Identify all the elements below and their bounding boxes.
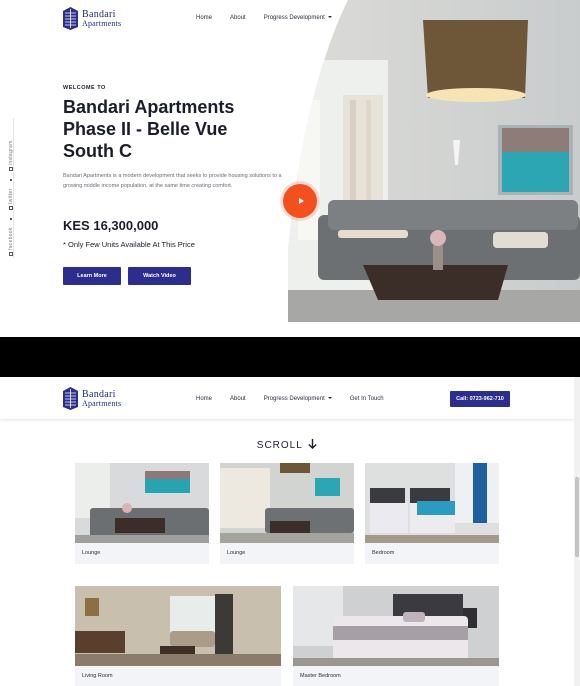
building-logo-icon [63, 387, 78, 410]
social-facebook[interactable]: facebook [8, 227, 14, 250]
lounge-image [220, 463, 354, 543]
gallery-card-bedroom[interactable]: Bedroom [365, 463, 499, 564]
arrow-down-icon [308, 439, 317, 449]
price: KES 16,300,000 [63, 218, 159, 233]
card-label: Master Bedroom [300, 673, 341, 679]
call-button[interactable]: Call: 0723-962-710 [450, 391, 510, 407]
building-logo-icon [63, 7, 78, 30]
master-bedroom-image [293, 586, 499, 666]
hero-description: Bandari Apartments is a modern developme… [63, 173, 282, 189]
twitter-icon[interactable] [8, 205, 13, 210]
logo-line2: Apartments [82, 18, 122, 28]
welcome-label: WELCOME TO [63, 85, 106, 91]
chevron-down-icon [327, 397, 332, 400]
gallery-section: Bandari Apartments Home About Progress D… [0, 377, 580, 686]
nav-progress-label: Progress Development [263, 396, 325, 402]
social-rail: facebook twitter instagram [0, 118, 14, 258]
gallery-card-master-bedroom[interactable]: Master Bedroom [293, 586, 499, 686]
logo[interactable]: Bandari Apartments [63, 387, 121, 410]
gallery-card-lounge-2[interactable]: Lounge [220, 463, 354, 564]
nav-home[interactable]: Home [196, 15, 212, 21]
scrollbar-thumb[interactable] [575, 477, 579, 557]
gallery-card-lounge-1[interactable]: Lounge [75, 463, 209, 564]
sticky-header: Bandari Apartments Home About Progress D… [0, 377, 574, 419]
scroll-text: SCROLL [256, 440, 303, 451]
watch-video-button[interactable]: Watch Video [128, 267, 191, 285]
logo-line1: Bandari [82, 8, 116, 20]
logo-line2: Apartments [82, 398, 122, 408]
lounge-image [75, 463, 209, 543]
hero-living-room-image [288, 0, 580, 322]
section-divider [0, 337, 580, 377]
living-room-image [75, 586, 281, 666]
card-label: Living Room [82, 673, 113, 679]
nav-progress[interactable]: Progress Development [264, 396, 332, 402]
card-label: Bedroom [372, 550, 395, 556]
price-note: * Only Few Units Available At This Price [63, 240, 195, 249]
play-icon [298, 198, 304, 204]
nav-home[interactable]: Home [196, 396, 212, 402]
bedroom-image [365, 463, 499, 543]
main-nav: Home About Progress Development Get In T… [196, 396, 384, 402]
facebook-icon[interactable] [8, 252, 13, 256]
play-video-button[interactable] [283, 184, 317, 218]
social-instagram[interactable]: instagram [8, 140, 14, 165]
card-label: Lounge [82, 550, 101, 556]
separator-dot [9, 217, 12, 220]
hero-section: facebook twitter instagram Bandari Apart… [0, 0, 580, 337]
page-scrollbar[interactable] [574, 377, 580, 686]
nav-about[interactable]: About [230, 396, 246, 402]
hero-title: Bandari Apartments Phase II - Belle Vue … [63, 97, 235, 161]
separator-dot [9, 178, 12, 181]
logo[interactable]: Bandari Apartments [63, 7, 121, 30]
gallery-card-living-room[interactable]: Living Room [75, 586, 281, 686]
social-twitter[interactable]: twitter [8, 188, 14, 203]
instagram-icon[interactable] [8, 167, 13, 172]
logo-line1: Bandari [82, 388, 116, 400]
nav-contact[interactable]: Get In Touch [350, 396, 384, 402]
scroll-label: SCROLL [0, 439, 574, 451]
nav-about[interactable]: About [230, 15, 246, 21]
learn-more-button[interactable]: Learn More [63, 267, 121, 285]
card-label: Lounge [227, 550, 246, 556]
